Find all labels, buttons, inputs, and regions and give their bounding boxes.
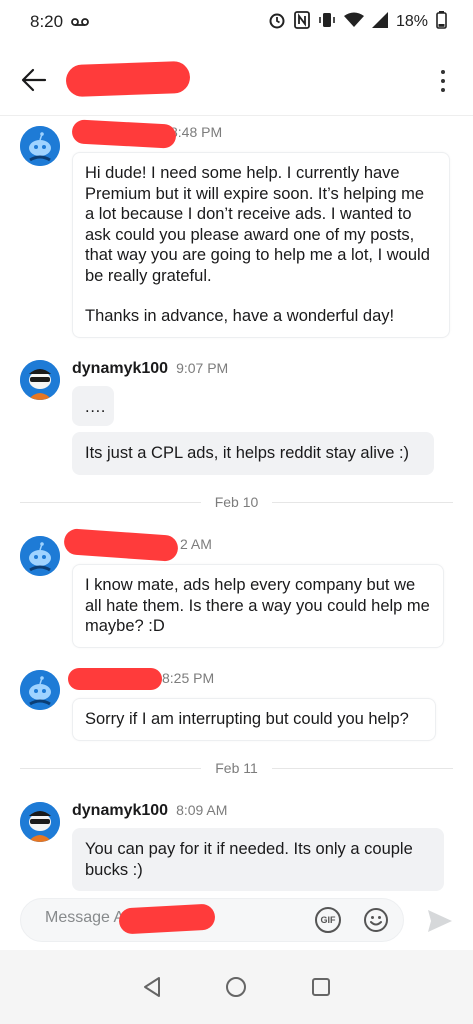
date-divider: Feb 11 (20, 760, 454, 776)
send-button[interactable] (425, 906, 455, 936)
avatar[interactable] (20, 360, 60, 400)
status-bar: 8:20 18% (0, 0, 473, 44)
message-meta: dynamyk100 8:09 AM (72, 802, 227, 820)
date-divider: Feb 10 (20, 494, 453, 510)
battery-percent: 18% (395, 13, 428, 30)
circle-home-icon (226, 977, 247, 997)
message-text: Hi dude! I need some help. I currently h… (85, 164, 430, 285)
sender-name[interactable]: dynamyk100 (72, 360, 168, 378)
back-button[interactable] (12, 58, 56, 102)
message-bubble[interactable]: I know mate, ads help every company but … (72, 564, 444, 648)
message-input-placeholder[interactable]: Message A (45, 903, 315, 935)
message-meta: dynamyk100 9:07 PM (72, 360, 228, 378)
nfc-icon (294, 10, 310, 34)
placeholder-text: Message A (45, 909, 125, 926)
snoo-avatar-icon (20, 536, 60, 576)
message-text: Sorry if I am interrupting but could you… (85, 710, 409, 728)
message-meta: 2 AM (63, 528, 212, 562)
message-text: You can pay for it if needed. Its only a… (85, 840, 413, 879)
nav-home-button[interactable] (221, 972, 251, 1002)
message-bubble[interactable]: .… (72, 386, 114, 426)
message-meta: 8:25 PM (68, 668, 215, 692)
message-text: Its just a CPL ads, it helps reddit stay… (85, 444, 410, 462)
chat-title (65, 60, 202, 97)
smiley-icon (364, 908, 388, 932)
status-time: 8:20 (30, 12, 64, 31)
message-composer: Message A GIF (0, 892, 473, 950)
message-bubble[interactable]: Sorry if I am interrupting but could you… (72, 698, 436, 741)
avatar[interactable] (20, 802, 60, 842)
message-meta: 8:48 PM (71, 119, 223, 149)
gif-button[interactable]: GIF (315, 907, 341, 933)
chat-header (0, 44, 473, 116)
avatar[interactable] (20, 670, 60, 710)
signal-icon (371, 11, 388, 33)
triangle-back-icon (144, 977, 161, 997)
message-text: Thanks in advance, have a wonderful day! (85, 307, 395, 325)
gif-label: GIF (320, 915, 336, 925)
arrow-left-icon (21, 68, 47, 91)
redaction-mark (71, 119, 177, 149)
date-label: Feb 11 (215, 760, 258, 776)
redaction-mark (68, 668, 162, 690)
avatar[interactable] (20, 126, 60, 166)
message-time: 8:25 PM (162, 670, 215, 686)
voicemail-icon (71, 12, 89, 32)
message-text: I know mate, ads help every company but … (85, 576, 430, 635)
redaction-mark (118, 903, 216, 935)
snoo-avatar-icon (20, 126, 60, 166)
message-time: 2 AM (180, 536, 212, 552)
nav-recents-button[interactable] (306, 972, 336, 1002)
avatar[interactable] (20, 536, 60, 576)
message-text: .… (85, 398, 107, 416)
nav-back-button[interactable] (137, 972, 167, 1002)
message-bubble[interactable]: Hi dude! I need some help. I currently h… (72, 152, 450, 338)
message-time: 8:09 AM (176, 802, 228, 818)
battery-icon (436, 10, 447, 34)
vibrate-icon (318, 11, 336, 34)
message-input[interactable]: Message A GIF (20, 898, 404, 942)
message-bubble[interactable]: Its just a CPL ads, it helps reddit stay… (72, 432, 434, 475)
message-time: 9:07 PM (176, 360, 229, 376)
snoo-avatar-sunglasses-icon (20, 360, 60, 400)
more-options-button[interactable] (433, 66, 453, 96)
vertical-dots-icon (441, 70, 445, 74)
emoji-button[interactable] (363, 907, 389, 933)
message-list[interactable]: 8:48 PM Hi dude! I need some help. I cur… (0, 116, 473, 892)
message-time: 8:48 PM (170, 124, 223, 140)
system-nav-bar (0, 950, 473, 1024)
square-recents-icon (311, 978, 330, 996)
date-label: Feb 10 (214, 494, 259, 510)
message-bubble[interactable]: You can pay for it if needed. Its only a… (72, 828, 444, 891)
snoo-avatar-icon (20, 670, 60, 710)
wifi-icon (343, 12, 364, 33)
redaction-mark (65, 60, 191, 97)
sender-name[interactable]: dynamyk100 (72, 802, 168, 820)
send-icon (428, 910, 452, 932)
snoo-avatar-sunglasses-icon (20, 802, 60, 842)
alarm-icon (268, 11, 286, 34)
redaction-mark (63, 528, 179, 562)
